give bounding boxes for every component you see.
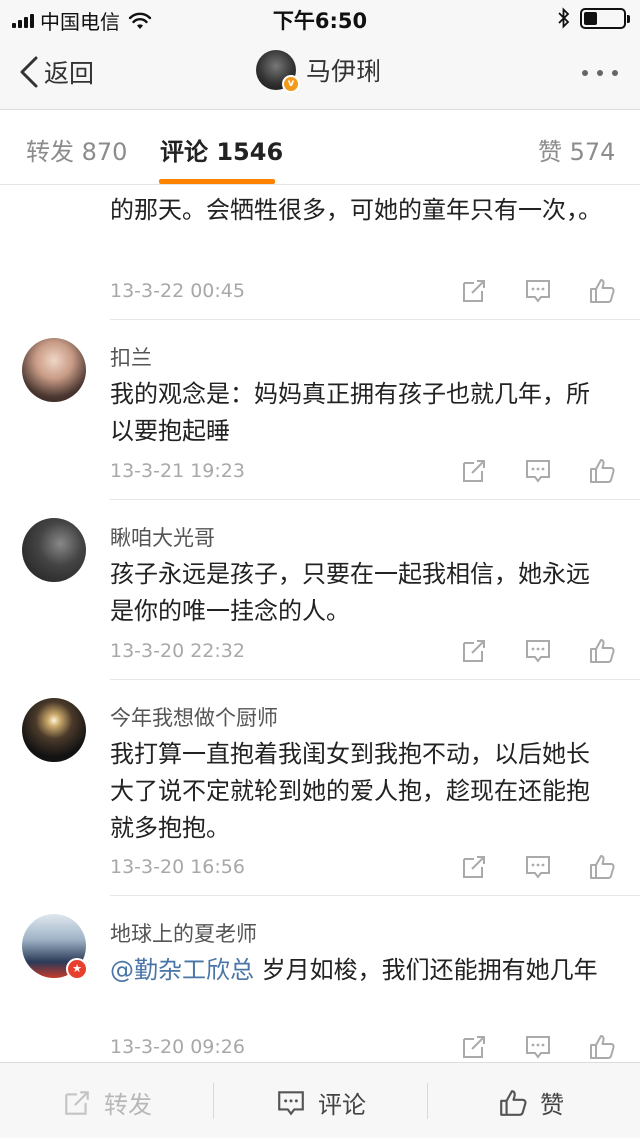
comment-time: 13-3-22 00:45 — [110, 280, 245, 302]
comment-icon — [278, 1090, 304, 1115]
comment-text: 我的观念是：妈妈真正拥有孩子也就几年，所以要抱起睡 — [110, 380, 590, 445]
tab-like-count: 574 — [569, 138, 616, 166]
tab-like[interactable]: 赞 574 — [538, 132, 615, 167]
bottom-action-bar: 转发 评论 赞 — [0, 1062, 640, 1138]
status-time: 下午6:50 — [272, 9, 368, 33]
list-item: 瞅咱大光哥 孩子永远是孩子，只要在一起我相信，她永远是你的唯一挂念的人。 13-… — [0, 500, 640, 680]
comment-text-body: 岁月如梭，我们还能拥有她几年 — [254, 956, 598, 984]
like-icon[interactable] — [588, 853, 616, 881]
comment-text: 的那天。会牺牲很多，可她的童年只有一次，。 — [110, 196, 602, 224]
like-icon[interactable] — [588, 457, 616, 485]
comment-time: 13-3-20 16:56 — [110, 856, 245, 878]
avatar[interactable] — [22, 338, 86, 402]
list-item: ★ 地球上的夏老师 @勤杂工欣总 岁月如梭，我们还能拥有她几年 13-3-20 … — [0, 896, 640, 1062]
nav-user-name: 马伊琍 — [306, 57, 382, 86]
share-icon — [65, 1090, 89, 1115]
comment-user-name[interactable]: 瞅咱大光哥 — [110, 522, 215, 552]
comment-time: 13-3-20 22:32 — [110, 640, 245, 662]
divider — [427, 1083, 428, 1119]
comment-user-name[interactable]: 扣兰 — [110, 342, 152, 372]
status-right — [558, 7, 630, 29]
battery-icon — [580, 7, 630, 29]
tab-like-label: 赞 — [538, 138, 562, 166]
comment-user-name[interactable]: 地球上的夏老师 — [110, 918, 257, 948]
comment-icon[interactable] — [524, 1033, 552, 1061]
tab-repost-label: 转发 — [26, 138, 74, 166]
like-icon — [500, 1089, 527, 1116]
like-icon[interactable] — [588, 277, 616, 305]
like-button-label: 赞 — [540, 1091, 564, 1119]
tab-repost-count: 870 — [81, 138, 128, 166]
tab-repost[interactable]: 转发 870 — [26, 132, 127, 167]
comment-icon[interactable] — [524, 277, 552, 305]
share-icon[interactable] — [460, 853, 488, 881]
comment-list: 的那天。会牺牲很多，可她的童年只有一次，。 13-3-22 00:45 扣兰 我… — [0, 186, 640, 1062]
like-icon[interactable] — [588, 637, 616, 665]
tab-comment-count: 1546 — [216, 138, 284, 166]
status-bar: 中国电信 下午6:50 — [0, 0, 640, 36]
bluetooth-icon — [558, 7, 570, 29]
back-chevron-icon — [20, 56, 38, 88]
more-dots-icon[interactable] — [582, 70, 618, 76]
verified-badge-icon: v — [282, 75, 300, 93]
comment-user-name[interactable]: 今年我想做个厨师 — [110, 702, 278, 732]
back-label: 返回 — [44, 59, 95, 88]
list-item: 扣兰 我的观念是：妈妈真正拥有孩子也就几年，所以要抱起睡 13-3-21 19:… — [0, 320, 640, 500]
list-item: 的那天。会牺牲很多，可她的童年只有一次，。 13-3-22 00:45 — [0, 186, 640, 320]
avatar[interactable] — [22, 698, 86, 762]
comment-time: 13-3-21 19:23 — [110, 460, 245, 482]
member-badge-icon: ★ — [66, 958, 88, 980]
comment-button[interactable]: 评论 — [276, 1085, 366, 1120]
nav-user[interactable]: v 马伊琍 — [256, 50, 382, 93]
avatar[interactable]: v — [256, 50, 300, 93]
share-icon[interactable] — [460, 457, 488, 485]
share-icon[interactable] — [460, 277, 488, 305]
comment-time: 13-3-20 09:26 — [110, 1036, 245, 1058]
tab-comment-label: 评论 — [160, 138, 208, 166]
tab-bar: 转发 870 评论 1546 赞 574 — [0, 111, 640, 185]
comment-icon[interactable] — [524, 853, 552, 881]
repost-button[interactable]: 转发 — [62, 1085, 152, 1120]
comment-icon[interactable] — [524, 457, 552, 485]
like-icon[interactable] — [588, 1033, 616, 1061]
comment-text: 孩子永远是孩子，只要在一起我相信，她永远是你的唯一挂念的人。 — [110, 560, 590, 625]
battery-fill — [584, 11, 597, 25]
list-item: 今年我想做个厨师 我打算一直抱着我闺女到我抱不动，以后她长大了说不定就轮到她的爱… — [0, 680, 640, 896]
avatar[interactable] — [22, 518, 86, 582]
share-icon[interactable] — [460, 637, 488, 665]
comment-text: 我打算一直抱着我闺女到我抱不动，以后她长大了说不定就轮到她的爱人抱，趁现在还能抱… — [110, 740, 590, 842]
like-button[interactable]: 赞 — [498, 1085, 564, 1120]
back-button[interactable]: 返回 — [18, 54, 94, 90]
comment-icon[interactable] — [524, 637, 552, 665]
comment-text: @勤杂工欣总 岁月如梭，我们还能拥有她几年 — [110, 952, 610, 989]
repost-button-label: 转发 — [104, 1091, 152, 1119]
comment-button-label: 评论 — [318, 1091, 366, 1119]
share-icon[interactable] — [460, 1033, 488, 1061]
mention-link[interactable]: @勤杂工欣总 — [110, 956, 254, 984]
tab-underline — [159, 179, 275, 184]
nav-bar: 返回 v 马伊琍 — [0, 36, 640, 110]
divider — [213, 1083, 214, 1119]
tab-comment[interactable]: 评论 1546 — [160, 132, 283, 167]
